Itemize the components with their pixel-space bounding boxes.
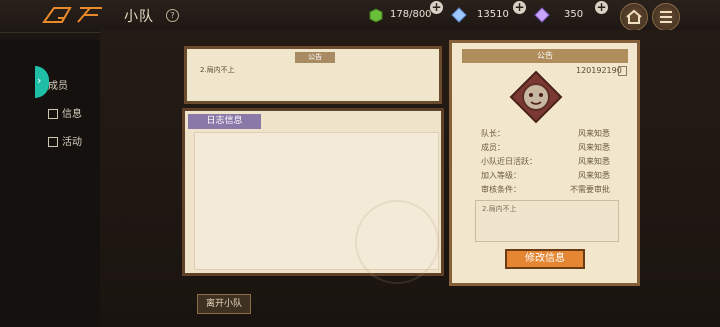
review-value: 不需要审批: [570, 185, 610, 194]
purple-crystal-icon: [534, 7, 550, 23]
activity-label: 小队近日活跃：: [481, 157, 537, 166]
energy-value: 178/800: [390, 9, 432, 20]
home-button[interactable]: [620, 3, 648, 31]
description-box[interactable]: 2.局内不上: [475, 200, 619, 242]
leader-label: 队长：: [481, 129, 505, 138]
add-energy-button[interactable]: +: [430, 1, 443, 14]
join-level-value: 风来知悉: [578, 171, 610, 180]
purple-crystal-value: 350: [564, 9, 584, 20]
sidebar-item-info[interactable]: 信息: [48, 105, 82, 120]
copy-icon[interactable]: [618, 66, 627, 76]
sidebar-item-activity[interactable]: 活动: [48, 133, 82, 148]
activity-value: 风来知悉: [578, 157, 610, 166]
help-icon[interactable]: ?: [166, 9, 179, 22]
leader-value: 风来知悉: [578, 129, 610, 138]
members-value: 风来知悉: [578, 143, 610, 152]
team-emblem-icon: [509, 70, 563, 124]
menu-button[interactable]: [652, 3, 680, 31]
notice-text: 2.局内不上: [200, 66, 235, 74]
tab-log-info[interactable]: 日志信息: [188, 114, 261, 129]
home-icon: [626, 9, 642, 24]
wheel-watermark: [355, 200, 439, 284]
notice-header: 公告: [295, 52, 335, 63]
info-icon: [48, 109, 58, 119]
game-logo: [42, 7, 102, 23]
sidebar-item-label: 信息: [62, 109, 82, 120]
chevron-right-icon: ›: [37, 74, 42, 87]
info-card-header: 公告: [462, 49, 628, 63]
sidebar-item-members[interactable]: 成员: [48, 77, 68, 92]
menu-icon: [660, 11, 672, 23]
blue-crystal-value: 13510: [477, 9, 509, 20]
join-level-label: 加入等级：: [481, 171, 521, 180]
top-bar: 小队 ? 178/800 + 13510 + 350 +: [0, 0, 720, 33]
members-label: 成员：: [481, 143, 505, 152]
sidebar-item-label: 成员: [48, 81, 68, 92]
team-id: 120192190: [576, 66, 622, 75]
calendar-icon: [48, 137, 58, 147]
green-cube-icon: [369, 8, 383, 23]
add-purple-crystal-button[interactable]: +: [595, 1, 608, 14]
add-blue-crystal-button[interactable]: +: [513, 1, 526, 14]
page-title: 小队: [124, 9, 154, 25]
blue-crystal-icon: [451, 7, 467, 23]
leave-team-button[interactable]: 离开小队: [197, 294, 251, 314]
review-label: 审核条件：: [481, 185, 521, 194]
edit-info-button[interactable]: 修改信息: [505, 249, 585, 269]
sidebar-item-label: 活动: [62, 137, 82, 148]
